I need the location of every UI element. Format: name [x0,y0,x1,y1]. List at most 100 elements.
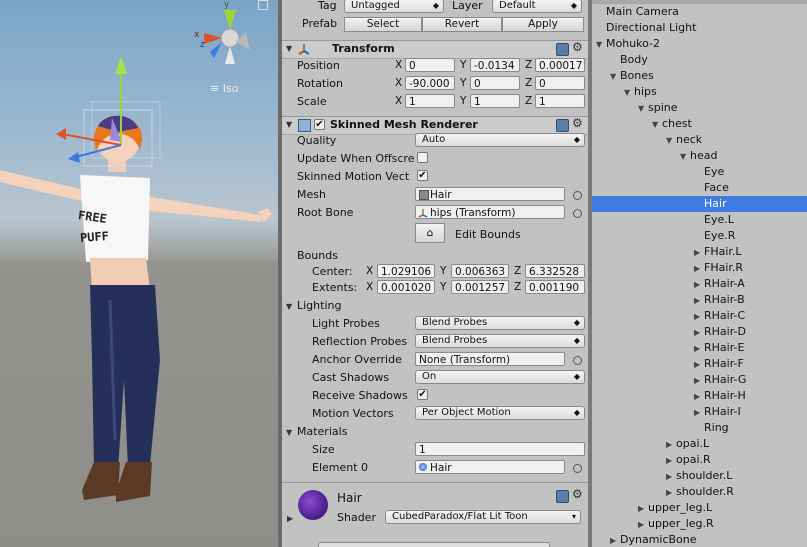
fold-down-icon[interactable]: ▼ [286,428,292,437]
projection-label[interactable]: ≡ Iso [210,82,238,95]
expand-right-icon[interactable]: ▶ [694,357,704,373]
hierarchy-row[interactable]: Body [592,52,807,68]
hierarchy-row[interactable]: ▶ opai.R [592,452,807,468]
hierarchy-row[interactable]: ▶ upper_leg.L [592,500,807,516]
hierarchy-row[interactable]: ▶ FHair.R [592,260,807,276]
expand-right-icon[interactable]: ▶ [694,405,704,421]
hierarchy-row[interactable]: ▶ DynamicBone [592,532,807,547]
prefab-revert-button[interactable]: Revert [422,17,502,32]
hierarchy-row[interactable]: Directional Light [592,20,807,36]
expand-right-icon[interactable]: ▶ [694,293,704,309]
smr-enabled-checkbox[interactable]: ✔ [314,119,325,130]
hierarchy-row[interactable]: Hair [592,196,807,212]
expand-right-icon[interactable]: ▶ [694,261,704,277]
extents-x-field[interactable]: 0.001020 [377,280,435,294]
expand-right-icon[interactable]: ▶ [694,373,704,389]
center-y-field[interactable]: 0.006363 [451,264,509,278]
hierarchy-row[interactable]: Eye.L [592,212,807,228]
help-book-icon[interactable] [556,119,569,132]
receive-shadows-checkbox[interactable]: ✔ [417,389,428,400]
hierarchy-row[interactable]: Main Camera [592,4,807,20]
hierarchy-row[interactable]: Eye.R [592,228,807,244]
expand-right-icon[interactable]: ▶ [610,533,620,547]
hierarchy-row[interactable]: ▶ upper_leg.R [592,516,807,532]
gear-icon[interactable]: ⚙ [572,116,583,130]
expand-down-icon[interactable]: ▼ [596,37,606,53]
fold-down-icon[interactable]: ▼ [286,120,292,129]
expand-right-icon[interactable]: ▶ [694,325,704,341]
light-probes-dropdown[interactable]: Blend Probes ◆ [415,316,585,330]
hierarchy-row[interactable]: ▶ RHair-C [592,308,807,324]
center-x-field[interactable]: 1.029106 [377,264,435,278]
hierarchy-row[interactable]: ▶ shoulder.R [592,484,807,500]
hierarchy-row[interactable]: ▶ RHair-G [592,372,807,388]
hierarchy-row[interactable]: ▶ FHair.L [592,244,807,260]
motion-vectors-dropdown[interactable]: Per Object Motion ◆ [415,406,585,420]
hierarchy-row[interactable]: ▶ RHair-B [592,292,807,308]
hierarchy-row[interactable]: ▼ head [592,148,807,164]
expand-right-icon[interactable]: ▶ [666,469,676,485]
mesh-field[interactable]: Hair [415,187,565,201]
hierarchy-row[interactable]: ▶ RHair-E [592,340,807,356]
add-component-button[interactable] [318,542,550,547]
skinned-motion-vectors-checkbox[interactable]: ✔ [417,170,428,181]
help-book-icon[interactable] [556,490,569,503]
position-y-field[interactable]: -0.0134 [470,58,520,72]
expand-down-icon[interactable]: ▼ [652,117,662,133]
hierarchy-row[interactable]: ▼ Bones [592,68,807,84]
center-z-field[interactable]: 6.332528 [525,264,585,278]
rotation-x-field[interactable]: -90.000 [405,76,455,90]
gear-icon[interactable]: ⚙ [572,487,583,501]
prefab-apply-button[interactable]: Apply [502,17,584,32]
expand-right-icon[interactable]: ▶ [666,485,676,501]
expand-right-icon[interactable]: ▶ [694,309,704,325]
element0-field[interactable]: Hair [415,460,565,474]
position-x-field[interactable]: 0 [405,58,455,72]
object-picker-icon[interactable] [573,191,582,200]
hierarchy-row[interactable]: ▶ shoulder.L [592,468,807,484]
expand-right-icon[interactable]: ▶ [638,501,648,517]
hierarchy-row[interactable]: ▼ Mohuko-2 [592,36,807,52]
shader-dropdown[interactable]: CubedParadox/Flat Lit Toon ▾ [385,510,581,524]
hierarchy-row[interactable]: ▶ RHair-D [592,324,807,340]
hierarchy-row[interactable]: ▼ hips [592,84,807,100]
rotation-z-field[interactable]: 0 [535,76,585,90]
object-picker-icon[interactable] [573,356,582,365]
scale-x-field[interactable]: 1 [405,94,455,108]
expand-down-icon[interactable]: ▼ [610,69,620,85]
expand-right-icon[interactable]: ▶ [694,277,704,293]
extents-z-field[interactable]: 0.001190 [525,280,585,294]
expand-down-icon[interactable]: ▼ [666,133,676,149]
expand-right-icon[interactable]: ▶ [666,453,676,469]
rotation-y-field[interactable]: 0 [470,76,520,90]
edit-bounds-button[interactable]: ⌂ [415,223,445,243]
hierarchy-row[interactable]: ▼ neck [592,132,807,148]
fold-down-icon[interactable]: ▼ [286,302,292,311]
update-offscreen-checkbox[interactable] [417,152,428,163]
anchor-override-field[interactable]: None (Transform) [415,352,565,366]
fold-right-icon[interactable]: ▶ [287,514,293,523]
hierarchy-row[interactable]: ▶ RHair-H [592,388,807,404]
hierarchy-row[interactable]: Face [592,180,807,196]
prefab-select-button[interactable]: Select [344,17,422,32]
tag-dropdown[interactable]: Untagged ◆ [344,0,444,13]
expand-right-icon[interactable]: ▶ [694,341,704,357]
expand-right-icon[interactable]: ▶ [666,437,676,453]
scale-z-field[interactable]: 1 [535,94,585,108]
expand-right-icon[interactable]: ▶ [694,245,704,261]
root-bone-field[interactable]: hips (Transform) [415,205,565,219]
fold-down-icon[interactable]: ▼ [286,44,292,53]
expand-down-icon[interactable]: ▼ [624,85,634,101]
scale-y-field[interactable]: 1 [470,94,520,108]
expand-down-icon[interactable]: ▼ [680,149,690,165]
help-book-icon[interactable] [556,43,569,56]
reflection-probes-dropdown[interactable]: Blend Probes ◆ [415,334,585,348]
hierarchy-row[interactable]: Eye [592,164,807,180]
hierarchy-row[interactable]: Ring [592,420,807,436]
hierarchy-row[interactable]: ▶ RHair-A [592,276,807,292]
object-picker-icon[interactable] [573,464,582,473]
hierarchy-row[interactable]: ▶ opai.L [592,436,807,452]
hierarchy-row[interactable]: ▼ spine [592,100,807,116]
object-picker-icon[interactable] [573,209,582,218]
gear-icon[interactable]: ⚙ [572,40,583,54]
